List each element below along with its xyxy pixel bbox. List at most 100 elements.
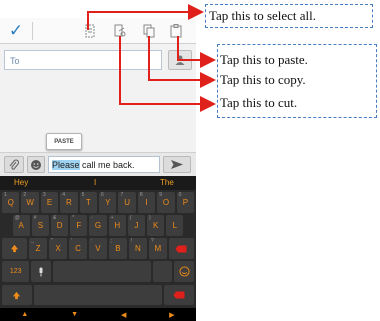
emoji-button[interactable] — [27, 156, 45, 173]
key-z[interactable]: _ Z — [29, 238, 48, 259]
key-label: G — [94, 221, 102, 230]
key-o[interactable]: 9O — [157, 192, 175, 213]
key-label: Z — [35, 244, 41, 253]
key-h[interactable]: + H — [108, 215, 126, 236]
key-alt-label: 6 — [101, 192, 104, 198]
select-all-icon[interactable] — [82, 21, 98, 41]
copy-callout: Tap this to copy. — [220, 72, 306, 87]
message-input[interactable]: Please call me back. — [48, 156, 160, 173]
chevron-right-icon[interactable]: ▶ — [169, 311, 174, 319]
key-alt-label: ' — [71, 238, 73, 244]
key-i[interactable]: 8I — [137, 192, 156, 213]
key-alt-label: : — [91, 238, 93, 244]
smiley-key[interactable] — [174, 261, 195, 282]
shift-key[interactable] — [2, 285, 32, 305]
chevron-up-icon[interactable]: ▲ — [21, 311, 28, 318]
backspace-key[interactable] — [168, 238, 194, 259]
key-f[interactable]: * F — [70, 215, 88, 236]
attach-button[interactable] — [4, 156, 24, 173]
paste-callout: Tap this to paste. — [220, 52, 308, 67]
suggestion[interactable]: Hey — [14, 178, 28, 187]
key-label: F — [76, 221, 82, 230]
copy-icon[interactable] — [141, 21, 157, 41]
shift-icon — [13, 291, 21, 299]
paste-icon[interactable] — [168, 21, 184, 41]
key-alt-label: 7 — [120, 192, 124, 198]
key-alt-label: - — [91, 215, 94, 221]
chevron-down-icon[interactable]: ▼ — [71, 311, 78, 318]
check-icon[interactable]: ✓ — [6, 21, 26, 41]
shift-key[interactable] — [2, 238, 28, 259]
key-label: P — [182, 198, 189, 207]
smiley-icon — [31, 159, 41, 170]
key-w[interactable]: 2W — [21, 192, 39, 213]
suggestion[interactable]: I — [94, 178, 96, 187]
key-r[interactable]: 4R — [60, 192, 78, 213]
chevron-left-icon[interactable]: ◀ — [121, 311, 126, 319]
send-button[interactable] — [163, 156, 191, 173]
punctuation-key[interactable] — [152, 261, 173, 282]
space-key[interactable] — [52, 261, 151, 282]
key-row: 1Q2W3E4R5T6Y7U8I9O0P — [2, 192, 195, 213]
key-label: H — [114, 221, 121, 230]
key-e[interactable]: 3E — [40, 192, 59, 213]
key-l[interactable]: L — [166, 215, 184, 236]
message-text: call me back. — [79, 160, 135, 170]
add-contact-button[interactable] — [168, 50, 192, 70]
key-t[interactable]: 5T — [79, 192, 98, 213]
key-n[interactable]: ! N — [128, 238, 147, 259]
backspace-icon — [173, 291, 185, 299]
key-label: U — [124, 198, 131, 207]
key-b[interactable]: ; B — [108, 238, 127, 259]
key-q[interactable]: 1Q — [2, 192, 20, 213]
key-row: _ Z " X ' C: V; B! N? M — [2, 238, 194, 259]
cut-callout: Tap this to cut. — [220, 95, 298, 110]
key-label: L — [172, 221, 178, 230]
key-j[interactable]: (J — [127, 215, 146, 236]
key-s[interactable]: # S — [31, 215, 49, 236]
key-x[interactable]: " X — [49, 238, 68, 259]
paperclip-icon — [9, 158, 20, 170]
mic-icon — [39, 267, 43, 276]
divider — [32, 22, 33, 40]
key-label: B — [115, 244, 121, 253]
suggestion-strip: Hey I The — [0, 176, 196, 190]
key-label: S — [37, 221, 44, 230]
key-alt-label: & — [53, 215, 57, 221]
key-alt-label: ( — [129, 215, 132, 221]
key-u[interactable]: 7U — [118, 192, 136, 213]
key-alt-label: ? — [150, 238, 154, 244]
key-alt-label: @ — [14, 215, 20, 221]
mic-key[interactable] — [31, 261, 51, 282]
key-v[interactable]: :V — [89, 238, 107, 259]
key-alt-label: 8 — [139, 192, 143, 198]
key-alt-label: 2 — [23, 192, 27, 198]
key-label: W — [26, 198, 34, 207]
paste-popup-button[interactable]: PASTE — [46, 133, 82, 150]
key-alt-label: 1 — [4, 192, 7, 198]
backspace-icon — [175, 245, 187, 252]
key-m[interactable]: ? M — [148, 238, 167, 259]
key-label: D — [56, 221, 63, 230]
key-y[interactable]: 6Y — [99, 192, 117, 213]
key-a[interactable]: @ A — [12, 215, 30, 236]
key-g[interactable]: -G — [89, 215, 107, 236]
key-label: Q — [7, 198, 14, 207]
key-alt-label: + — [110, 215, 114, 221]
key-c[interactable]: ' C — [69, 238, 87, 259]
contextual-action-bar: ✓ — [0, 18, 196, 44]
suggestion[interactable]: The — [160, 178, 174, 187]
key-label: O — [162, 198, 170, 207]
key-k[interactable]: ) K — [147, 215, 165, 236]
num-key[interactable]: 123 — [2, 261, 30, 282]
key-blank[interactable] — [33, 285, 163, 305]
key-alt-label: 9 — [159, 192, 163, 198]
recipient-field[interactable]: To — [4, 50, 162, 70]
key-alt-label: # — [33, 215, 37, 221]
phone-screen: ✓ To PASTE Please call me back. Hey I Th… — [0, 18, 196, 321]
backspace-key[interactable] — [164, 285, 194, 305]
key-alt-label: " — [51, 238, 53, 244]
cut-icon[interactable] — [112, 21, 128, 41]
key-p[interactable]: 0P — [176, 192, 195, 213]
key-d[interactable]: & D — [51, 215, 69, 236]
